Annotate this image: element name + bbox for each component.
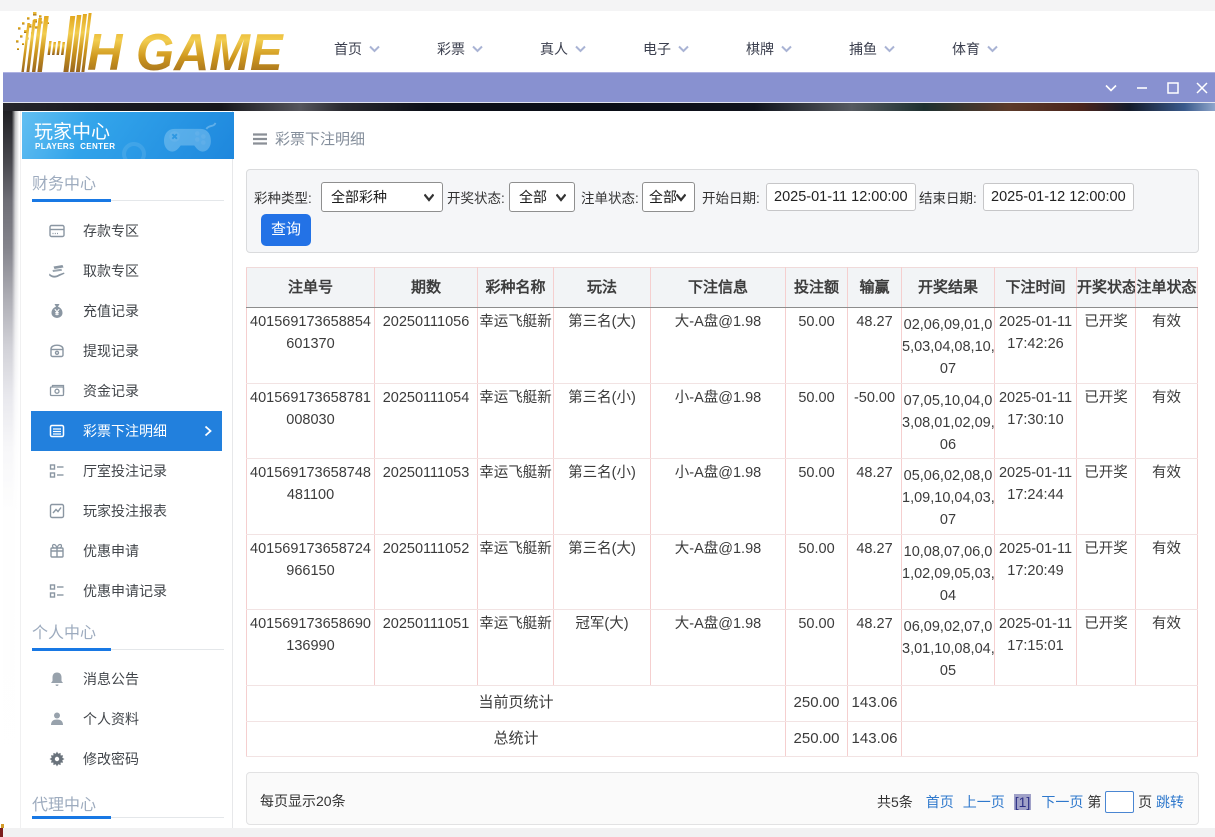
- svg-text:H GAME: H GAME: [87, 23, 284, 72]
